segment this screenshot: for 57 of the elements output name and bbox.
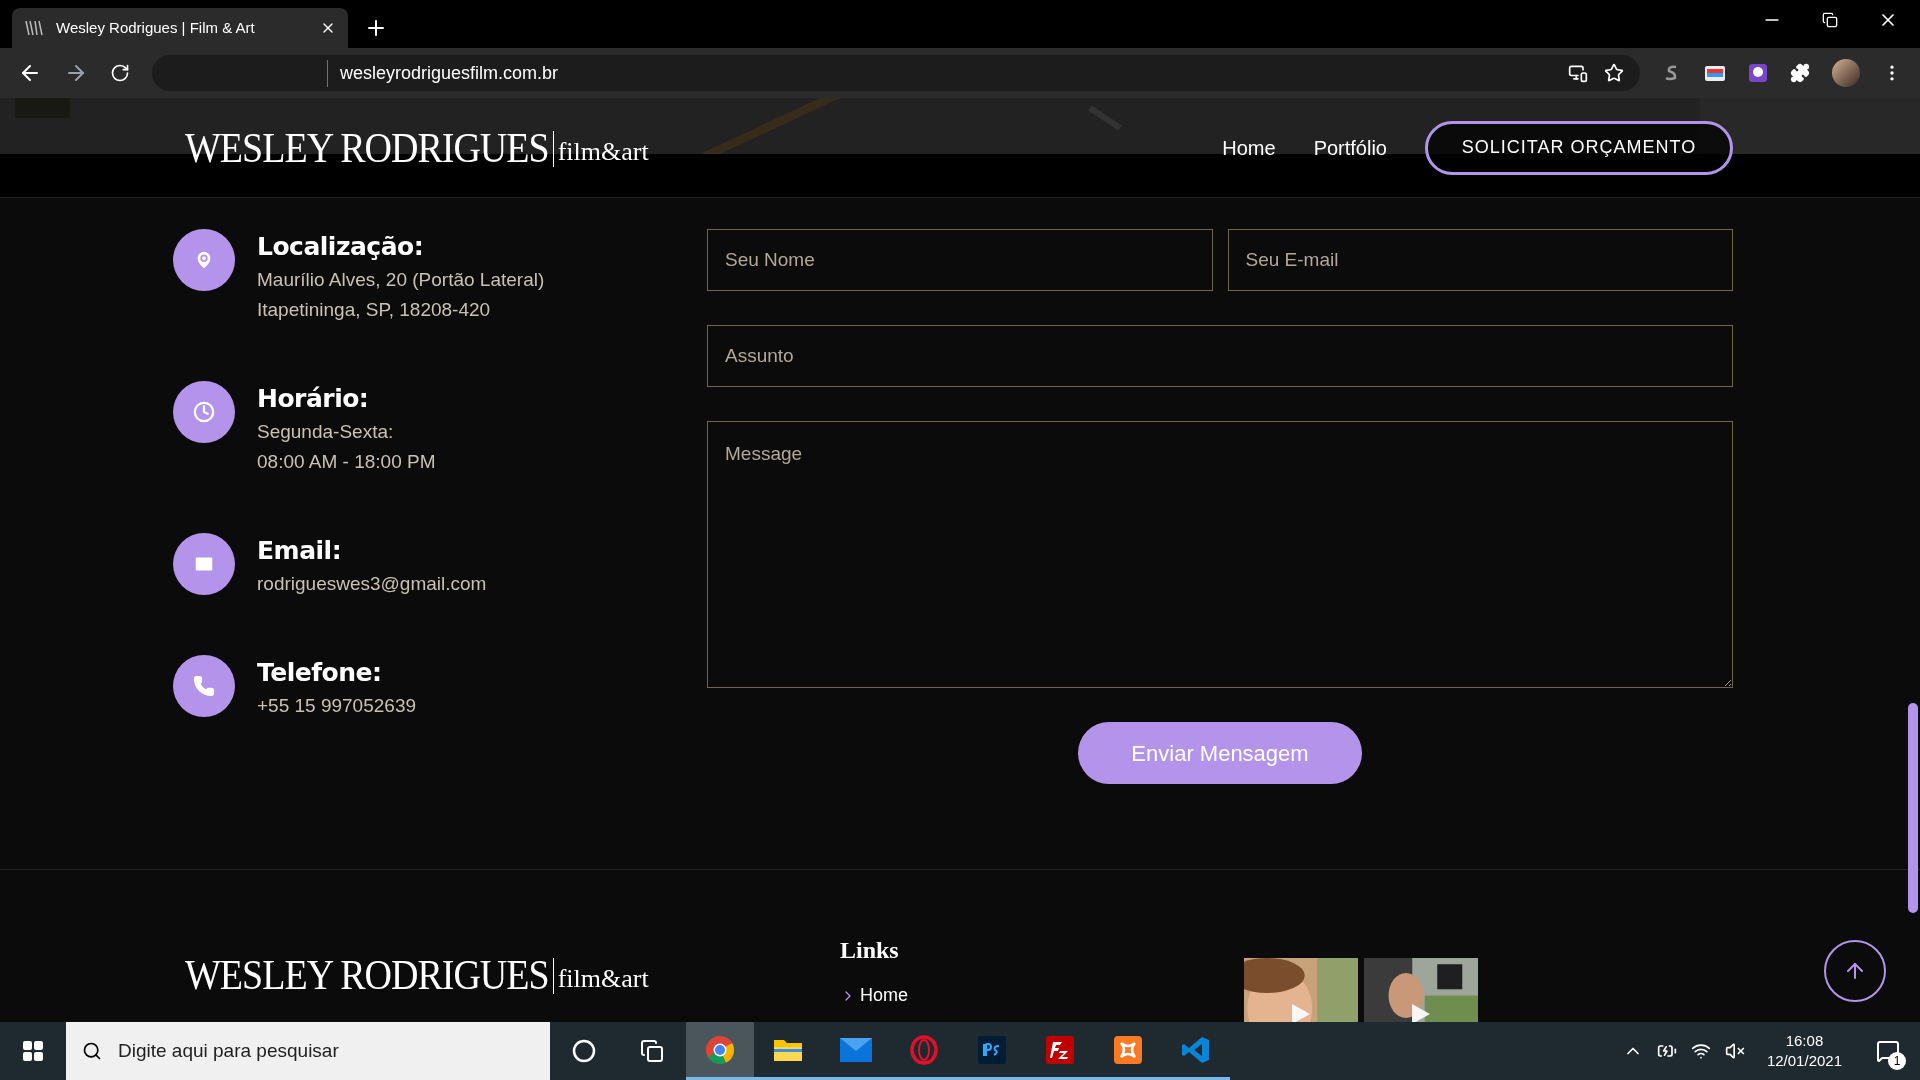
reload-icon[interactable] — [110, 63, 130, 83]
task-view-icon[interactable] — [640, 1039, 664, 1063]
nav-link[interactable]: Home — [1222, 132, 1276, 163]
tab-title: Wesley Rodrigues | Film & Art — [56, 17, 256, 38]
clock-date[interactable]: 12/01/2021 — [1766, 1051, 1842, 1071]
site-favicon — [24, 18, 44, 38]
extensions-icon[interactable] — [1790, 63, 1810, 83]
notification-count: 1 — [1888, 1052, 1906, 1070]
address-bar[interactable]: wesleyrodriguesfilm.com.br — [152, 55, 1640, 91]
xampp-icon[interactable] — [1113, 1034, 1143, 1065]
contact-detail: Maurílio Alves, 20 (Portão Lateral) — [257, 268, 545, 292]
contact-title: Localização: — [257, 231, 425, 263]
email-field[interactable]: Seu E-mail — [1227, 229, 1733, 291]
contact-detail: 08:00 AM - 18:00 PM — [257, 450, 436, 474]
clock-icon — [193, 401, 215, 423]
message-field[interactable]: Message — [707, 421, 1733, 688]
browser-tab[interactable]: Wesley Rodrigues | Film & Art — [12, 8, 348, 48]
photo-editor-icon[interactable] — [977, 1034, 1007, 1065]
footer-link[interactable]: Home — [840, 982, 1244, 1009]
file-transfer-icon[interactable] — [1045, 1034, 1075, 1065]
muted-speaker-icon[interactable] — [1724, 1041, 1745, 1061]
name-field[interactable]: Seu Nome — [707, 229, 1213, 291]
code-editor-icon[interactable] — [1181, 1034, 1211, 1065]
bookmark-icon[interactable] — [1604, 63, 1624, 83]
install-icon[interactable] — [1568, 63, 1588, 83]
site-logo[interactable]: WESLEY RODRIGUES film&art — [185, 128, 649, 167]
search-icon — [82, 1041, 102, 1061]
contact-detail: Segunda-Sexta: — [257, 420, 395, 444]
scrollbar-thumb[interactable] — [1908, 703, 1918, 913]
contact-detail: +55 15 997052639 — [257, 694, 417, 718]
clock-time[interactable]: 16:08 — [1785, 1031, 1824, 1051]
taskbar-search[interactable]: Digite aqui para pesquisar — [66, 1022, 550, 1080]
url-text: wesleyrodriguesfilm.com.br — [327, 59, 1552, 87]
contact-detail: rodrigueswes3@gmail.com — [257, 572, 487, 596]
chrome-icon[interactable] — [705, 1034, 735, 1065]
contact-title: Telefone: — [257, 657, 383, 689]
profile-avatar[interactable] — [1832, 59, 1860, 87]
search-placeholder: Digite aqui para pesquisar — [118, 1038, 339, 1063]
footer-logo[interactable]: WESLEY RODRIGUES film&art — [185, 956, 840, 994]
restore-icon[interactable] — [1822, 12, 1838, 28]
wifi-icon[interactable] — [1690, 1041, 1711, 1061]
nav-link[interactable]: Portfólio — [1313, 132, 1387, 163]
windows-icon — [21, 1039, 45, 1063]
quote-button[interactable]: SOLICITAR ORÇAMENTO — [1425, 120, 1733, 175]
notifications-icon[interactable] — [1876, 1039, 1900, 1063]
phone-icon — [193, 675, 215, 697]
subject-field[interactable]: Assunto — [707, 325, 1733, 387]
scroll-top-button[interactable] — [1824, 940, 1886, 1002]
ring-icon[interactable] — [909, 1034, 939, 1065]
extension-icon[interactable] — [1748, 63, 1768, 83]
links-heading: Links — [840, 936, 900, 965]
cortana-icon[interactable] — [572, 1039, 596, 1063]
contact-title: Horário: — [257, 383, 370, 415]
contact-detail: Itapetininga, SP, 18208-420 — [257, 298, 492, 322]
contact-title: Email: — [257, 535, 343, 567]
extension-icon[interactable] — [1704, 63, 1726, 83]
envelope-icon[interactable] — [839, 1036, 873, 1063]
